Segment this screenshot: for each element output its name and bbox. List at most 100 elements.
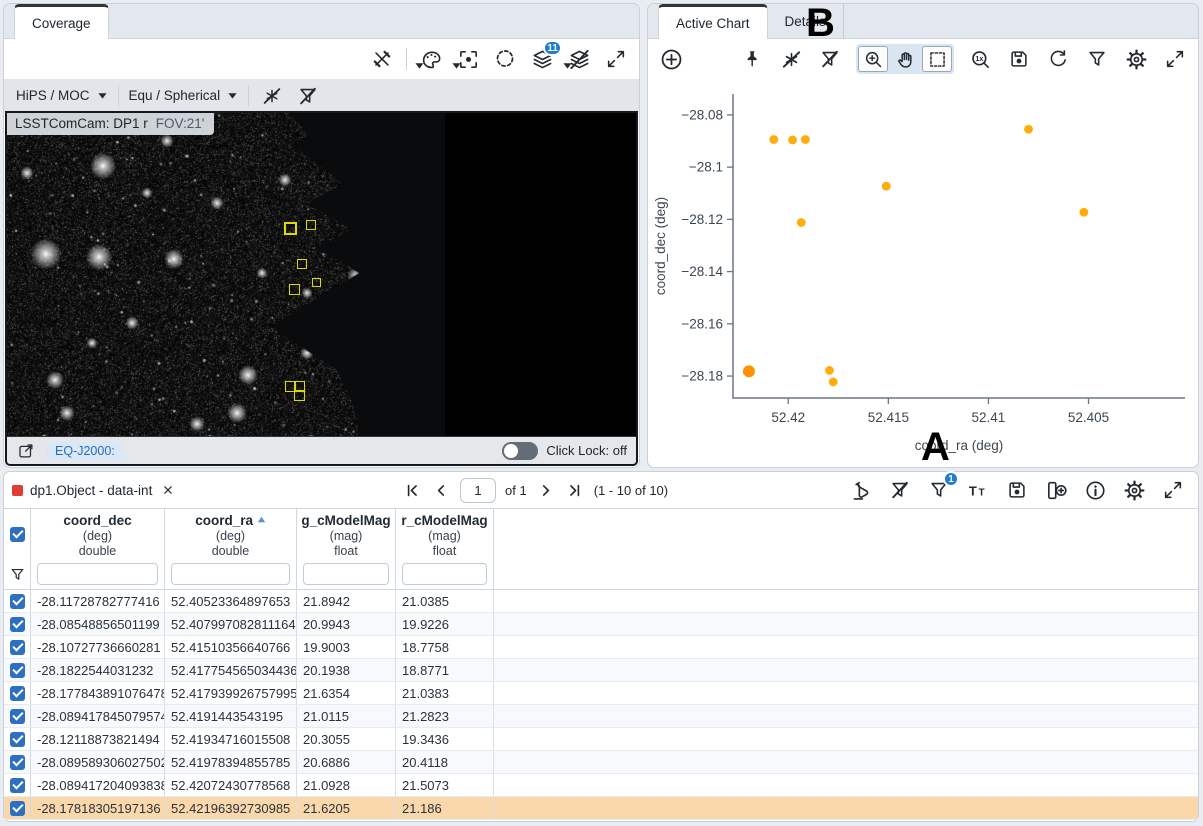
scatter-point[interactable] — [1079, 208, 1088, 217]
last-page-button[interactable] — [565, 477, 585, 503]
clear-filters-button[interactable] — [295, 83, 321, 109]
x-tick-label: 52.41 — [972, 410, 1006, 425]
save-table-button[interactable] — [1004, 477, 1030, 503]
expand-table-button[interactable] — [1160, 477, 1186, 503]
save-icon — [1008, 48, 1030, 70]
column-header-coord_dec[interactable]: coord_dec (deg) double — [31, 509, 165, 559]
select-mode-button[interactable] — [922, 46, 952, 72]
color-table-button[interactable] — [418, 46, 444, 72]
table-info-button[interactable] — [1082, 477, 1108, 503]
filter-count-badge: 1 — [943, 471, 959, 487]
table-row[interactable]: -28.08548856501199 52.407997082811164 20.9… — [4, 613, 1198, 636]
filter-input-coord_ra[interactable] — [171, 563, 290, 585]
table-row[interactable]: -28.11728782777416 52.40523364897653 21.89… — [4, 590, 1198, 613]
restore-chart-button[interactable] — [1045, 46, 1071, 72]
data-products-button[interactable] — [848, 477, 874, 503]
filter-table-button[interactable]: 1 — [926, 477, 952, 503]
scatter-point[interactable] — [769, 135, 778, 144]
zoom-original-button[interactable] — [967, 46, 993, 72]
text-view-button[interactable] — [965, 477, 991, 503]
source-marker[interactable] — [289, 284, 300, 295]
scatter-point[interactable] — [1024, 125, 1033, 134]
close-table-button[interactable] — [159, 481, 177, 499]
projection-dropdown[interactable]: Equ / Spherical — [129, 88, 239, 103]
save-chart-button[interactable] — [1006, 46, 1032, 72]
clear-chart-filters-button[interactable] — [817, 46, 843, 72]
column-header-g_cModelMag[interactable]: g_cModelMag (mag) float — [297, 509, 396, 559]
table-settings-button[interactable] — [1121, 477, 1147, 503]
table-row[interactable]: -28.10727736660281 52.41510356640766 19.90… — [4, 636, 1198, 659]
filter-chart-button[interactable] — [1084, 46, 1110, 72]
column-header-coord_ra[interactable]: coord_ra (deg) double — [165, 509, 297, 559]
clear-table-filters-button[interactable] — [887, 477, 913, 503]
pan-mode-button[interactable] — [890, 46, 920, 72]
source-marker[interactable] — [294, 390, 305, 401]
table-row[interactable]: -28.1822544031232 52.417754565034436 20.19… — [4, 659, 1198, 682]
add-chart-button[interactable] — [658, 46, 684, 72]
table-row[interactable]: -28.089417204093838 52.42072430778568 21.0… — [4, 774, 1198, 797]
cell-r_cModelMag: 21.0385 — [396, 590, 494, 612]
table-row[interactable]: -28.12118873821494 52.41934716015508 20.30… — [4, 728, 1198, 751]
coord-system-pill[interactable]: EQ-J2000: — [46, 442, 124, 460]
table-row[interactable]: -28.17818305197136 52.42196392730985 21.62… — [4, 797, 1198, 820]
source-marker[interactable] — [297, 259, 307, 269]
table-row[interactable]: -28.177843891076478 52.417939926757995 21.… — [4, 682, 1198, 705]
row-checkbox[interactable] — [4, 705, 31, 727]
image-tools-button[interactable] — [369, 46, 395, 72]
source-marker[interactable] — [284, 222, 297, 235]
scatter-point[interactable] — [788, 136, 797, 145]
column-header-r_cModelMag[interactable]: r_cModelMag (mag) float — [396, 509, 494, 559]
cell-coord_dec: -28.11728782777416 — [31, 590, 165, 612]
table-row[interactable]: -28.089417845079574 52.4191443543195 21.01… — [4, 705, 1198, 728]
scatter-point[interactable] — [825, 366, 834, 375]
row-checkbox[interactable] — [4, 751, 31, 773]
scatter-point[interactable] — [797, 218, 806, 227]
sky-image[interactable]: LSSTComCam: DP1 r FOV:21' — [7, 113, 636, 436]
pin-chart-button[interactable] — [739, 46, 765, 72]
tab-active-chart[interactable]: Active Chart — [658, 4, 768, 39]
filter-input-coord_dec[interactable] — [37, 563, 158, 585]
hide-overlays-button[interactable] — [566, 46, 592, 72]
table-row[interactable]: -28.089589306027502 52.41978394855785 20.6… — [4, 751, 1198, 774]
expand-coverage-button[interactable] — [603, 46, 629, 72]
row-checkbox[interactable] — [4, 659, 31, 681]
hide-chart-markers-button[interactable] — [778, 46, 804, 72]
hips-moc-dropdown[interactable]: HiPS / MOC — [16, 88, 108, 103]
zoom-mode-button[interactable] — [858, 46, 888, 72]
row-checkbox[interactable] — [4, 613, 31, 635]
scatter-point[interactable] — [882, 182, 891, 191]
tab-coverage[interactable]: Coverage — [14, 4, 109, 39]
row-checkbox[interactable] — [4, 636, 31, 658]
table-tab[interactable]: dp1.Object - data-int — [12, 481, 177, 499]
source-marker[interactable] — [312, 278, 321, 287]
row-checkbox[interactable] — [4, 774, 31, 796]
chevron-down-icon — [97, 91, 108, 100]
source-marker[interactable] — [306, 220, 316, 230]
row-checkbox[interactable] — [4, 682, 31, 704]
scatter-point[interactable] — [801, 135, 810, 144]
cell-coord_ra: 52.417939926757995 — [165, 682, 297, 704]
row-checkbox[interactable] — [4, 797, 31, 819]
filter-icon-cell — [4, 559, 31, 589]
page-input[interactable] — [460, 478, 496, 503]
scatter-chart[interactable]: 52.42 52.415 52.41 52.405 −28.08 −28.1 −28.12 −… — [649, 78, 1197, 466]
chart-settings-button[interactable] — [1123, 46, 1149, 72]
select-all-checkbox[interactable] — [4, 509, 31, 559]
recenter-button[interactable] — [455, 46, 481, 72]
filter-input-r_cModelMag[interactable] — [402, 563, 487, 585]
add-column-button[interactable] — [1043, 477, 1069, 503]
hide-markers-button[interactable] — [259, 83, 285, 109]
prev-page-button[interactable] — [431, 477, 451, 503]
row-checkbox[interactable] — [4, 590, 31, 612]
filter-input-g_cModelMag[interactable] — [303, 563, 389, 585]
first-page-button[interactable] — [402, 477, 422, 503]
scatter-point[interactable] — [829, 378, 838, 387]
layers-button[interactable]: 11 — [529, 46, 555, 72]
click-lock-toggle[interactable] — [502, 442, 538, 460]
scatter-point-highlighted[interactable] — [743, 365, 755, 377]
select-region-button[interactable] — [492, 46, 518, 72]
popout-readout-button[interactable] — [16, 441, 36, 461]
row-checkbox[interactable] — [4, 728, 31, 750]
next-page-button[interactable] — [536, 477, 556, 503]
expand-chart-button[interactable] — [1162, 46, 1188, 72]
